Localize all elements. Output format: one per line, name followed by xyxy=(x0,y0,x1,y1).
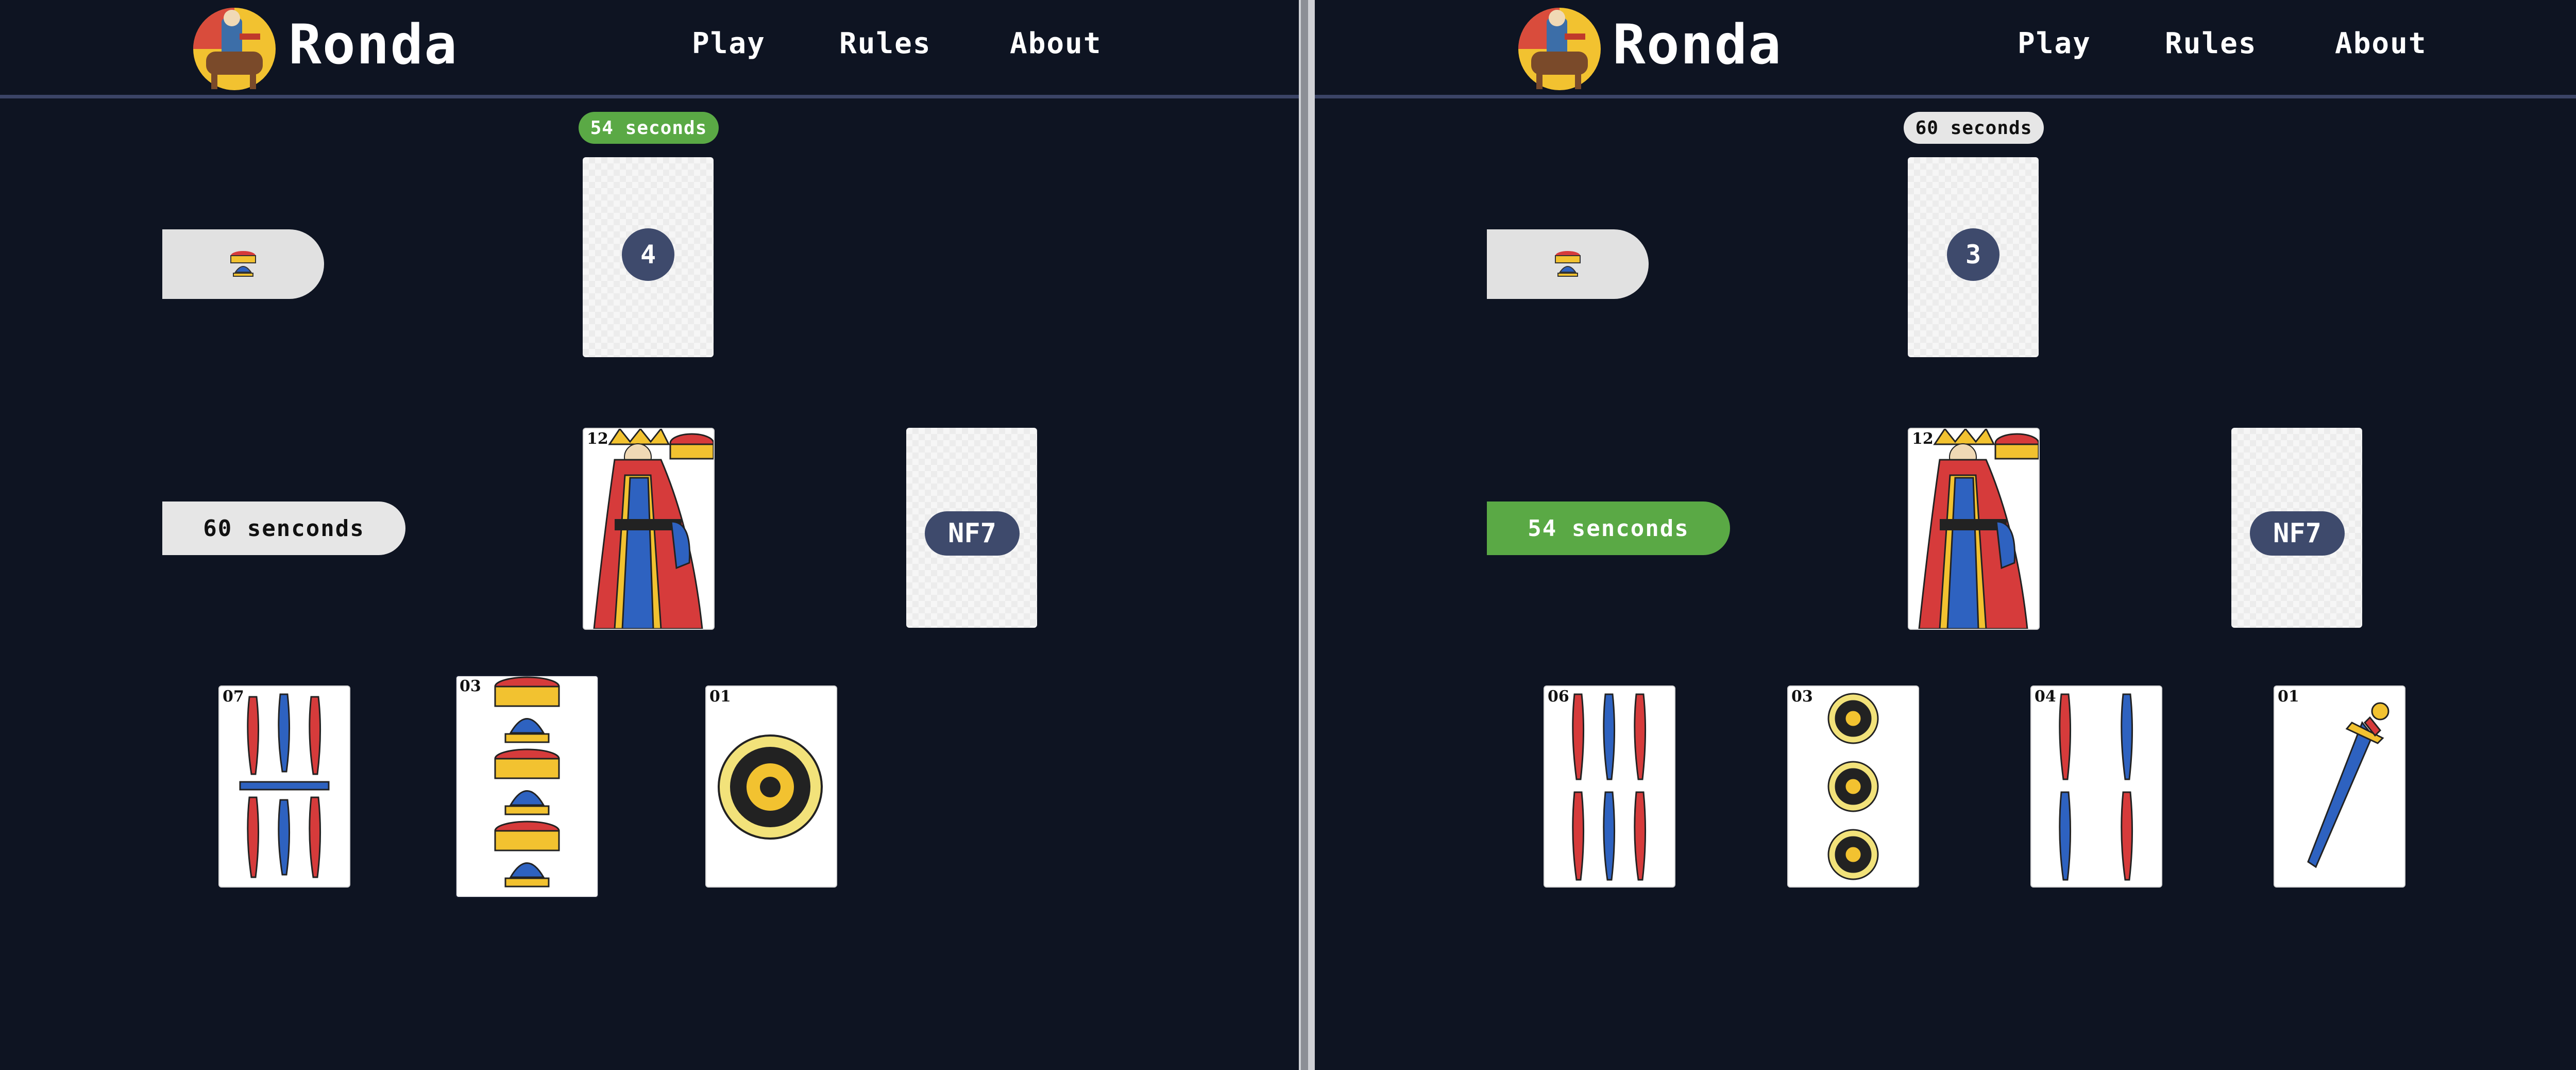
deck-label: NF7 xyxy=(925,511,1020,556)
table-card-number: 12 xyxy=(587,430,608,448)
nav-rules[interactable]: Rules xyxy=(839,27,931,60)
deck-label: NF7 xyxy=(2250,511,2345,556)
table-card[interactable]: 12 xyxy=(1908,428,2040,630)
header-divider xyxy=(0,95,1299,98)
hand-card-number: 03 xyxy=(1791,688,1813,706)
nav-about[interactable]: About xyxy=(1010,27,1102,60)
hand-card[interactable]: 07 xyxy=(218,686,350,888)
nav-about[interactable]: About xyxy=(2335,27,2427,60)
table-card-number: 12 xyxy=(1912,430,1934,448)
split-divider-track xyxy=(1301,0,1308,1070)
player-timer: 60 senconds xyxy=(162,501,405,555)
hand-card[interactable]: 06 xyxy=(1544,686,1675,888)
opponent-timer: 60 seconds xyxy=(1904,112,2044,144)
opponent-hand-count: 3 xyxy=(1947,228,1999,281)
opponent-avatar-cup-icon xyxy=(230,250,256,277)
hand-card[interactable]: 01 xyxy=(2274,686,2405,888)
hand-card[interactable]: 03 xyxy=(1787,686,1919,888)
hand-card-selected[interactable]: 03 xyxy=(455,675,599,898)
header-divider xyxy=(1315,95,2576,98)
left-game-view: Ronda Play Rules About 54 seconds 4 60 s… xyxy=(0,0,1299,1070)
logo-horseman-icon[interactable] xyxy=(1511,3,1613,91)
player-timer: 54 senconds xyxy=(1487,501,1730,555)
opponent-avatar-cup-icon xyxy=(1555,250,1581,277)
right-game-view: Ronda Play Rules About 60 seconds 3 54 s… xyxy=(1315,0,2576,1070)
brand-name[interactable]: Ronda xyxy=(289,13,458,76)
hand-card[interactable]: 04 xyxy=(2030,686,2162,888)
hand-card-number: 07 xyxy=(223,688,244,706)
hand-card-number: 04 xyxy=(2035,688,2056,706)
table-card[interactable]: 12 xyxy=(583,428,715,630)
opponent-timer: 54 seconds xyxy=(579,112,719,144)
hand-card-number: 01 xyxy=(709,688,731,706)
logo-horseman-icon[interactable] xyxy=(185,3,287,91)
hand-card-number: 01 xyxy=(2278,688,2299,706)
opponent-avatar xyxy=(1487,229,1649,299)
hand-card-number: 03 xyxy=(460,677,481,695)
nav-rules[interactable]: Rules xyxy=(2165,27,2257,60)
hand-card-number: 06 xyxy=(1548,688,1569,706)
nav-play[interactable]: Play xyxy=(692,27,766,60)
opponent-avatar xyxy=(162,229,324,299)
opponent-hand-count: 4 xyxy=(622,228,674,281)
nav-play[interactable]: Play xyxy=(2018,27,2091,60)
hand-card[interactable]: 01 xyxy=(705,686,837,888)
brand-name[interactable]: Ronda xyxy=(1613,13,1782,76)
